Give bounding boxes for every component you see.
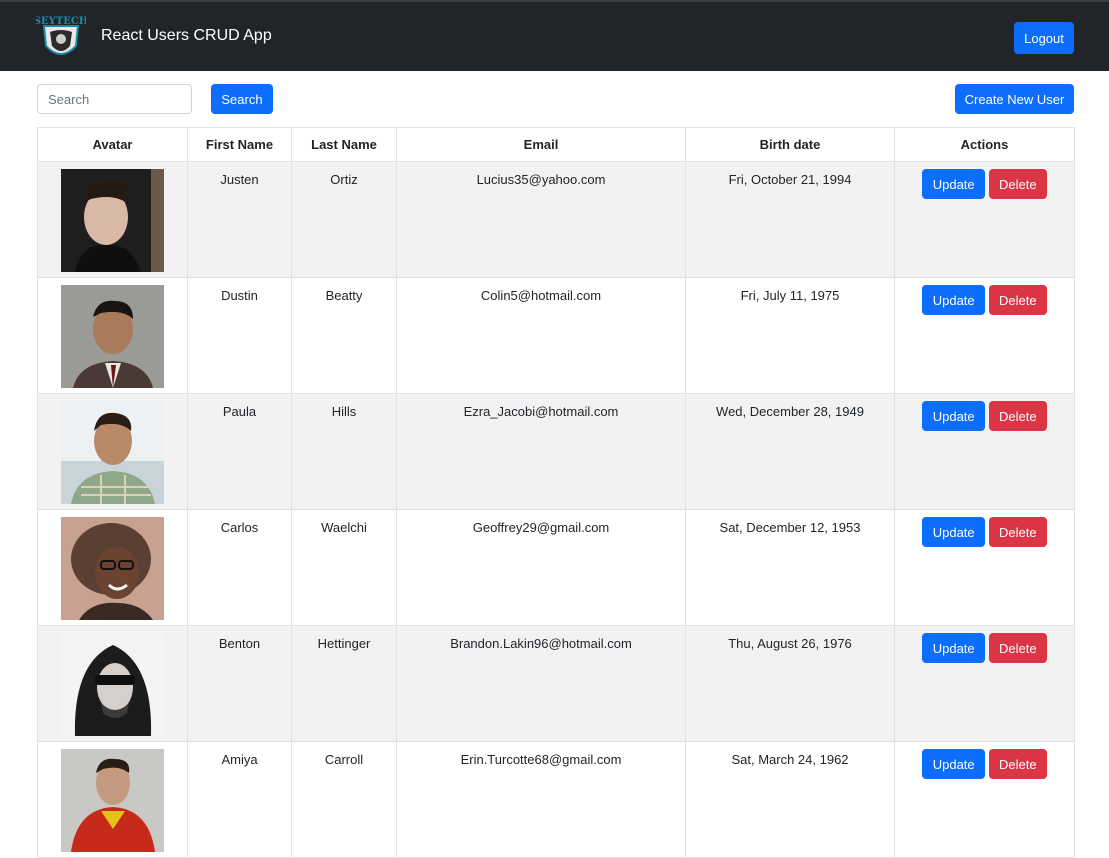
top-navbar: SEYTECH React Users CRUD App Logout	[0, 0, 1109, 71]
actions-cell: Update Delete	[894, 277, 1075, 394]
avatar-cell	[37, 741, 188, 858]
birth-date-cell: Sat, December 12, 1953	[685, 509, 895, 626]
birth-date-cell: Sat, March 24, 1962	[685, 741, 895, 858]
birth-date-cell: Thu, August 26, 1976	[685, 625, 895, 742]
seytech-logo[interactable]: SEYTECH	[36, 12, 86, 62]
first-name-cell: Carlos	[187, 509, 292, 626]
header-first-name: First Name	[187, 127, 292, 162]
update-button[interactable]: Update	[922, 633, 986, 663]
avatar	[61, 285, 164, 388]
update-button[interactable]: Update	[922, 285, 986, 315]
last-name-cell: Hettinger	[291, 625, 397, 742]
avatar	[61, 633, 164, 736]
table-row: Benton Hettinger Brandon.Lakin96@hotmail…	[37, 625, 1075, 742]
avatar-cell	[37, 277, 188, 394]
email-cell: Brandon.Lakin96@hotmail.com	[396, 625, 686, 742]
birth-date-cell: Fri, July 11, 1975	[685, 277, 895, 394]
table-row: Carlos Waelchi Geoffrey29@gmail.com Sat,…	[37, 509, 1075, 626]
last-name-cell: Ortiz	[291, 161, 397, 278]
table-header-row: Avatar First Name Last Name Email Birth …	[37, 127, 1075, 162]
avatar	[61, 401, 164, 504]
avatar-cell	[37, 161, 188, 278]
app-title[interactable]: React Users CRUD App	[101, 26, 272, 46]
search-button[interactable]: Search	[211, 84, 273, 114]
search-input[interactable]	[37, 84, 192, 114]
birth-date-cell: Fri, October 21, 1994	[685, 161, 895, 278]
delete-button[interactable]: Delete	[988, 401, 1047, 431]
avatar	[61, 169, 164, 272]
actions-cell: Update Delete	[894, 161, 1075, 278]
delete-button[interactable]: Delete	[988, 285, 1047, 315]
last-name-cell: Waelchi	[291, 509, 397, 626]
email-cell: Colin5@hotmail.com	[396, 277, 686, 394]
last-name-cell: Beatty	[291, 277, 397, 394]
update-button[interactable]: Update	[922, 401, 986, 431]
first-name-cell: Paula	[187, 393, 292, 510]
table-row: Dustin Beatty Colin5@hotmail.com Fri, Ju…	[37, 277, 1075, 394]
update-button[interactable]: Update	[922, 749, 986, 779]
header-avatar: Avatar	[37, 127, 188, 162]
delete-button[interactable]: Delete	[988, 749, 1047, 779]
first-name-cell: Justen	[187, 161, 292, 278]
delete-button[interactable]: Delete	[988, 633, 1047, 663]
update-button[interactable]: Update	[922, 169, 986, 199]
first-name-cell: Benton	[187, 625, 292, 742]
actions-cell: Update Delete	[894, 741, 1075, 858]
last-name-cell: Hills	[291, 393, 397, 510]
actions-cell: Update Delete	[894, 393, 1075, 510]
email-cell: Erin.Turcotte68@gmail.com	[396, 741, 686, 858]
delete-button[interactable]: Delete	[988, 517, 1047, 547]
first-name-cell: Amiya	[187, 741, 292, 858]
header-actions: Actions	[894, 127, 1075, 162]
logout-button[interactable]: Logout	[1014, 22, 1074, 54]
header-birth-date: Birth date	[685, 127, 895, 162]
birth-date-cell: Wed, December 28, 1949	[685, 393, 895, 510]
actions-cell: Update Delete	[894, 509, 1075, 626]
actions-cell: Update Delete	[894, 625, 1075, 742]
header-last-name: Last Name	[291, 127, 397, 162]
email-cell: Geoffrey29@gmail.com	[396, 509, 686, 626]
last-name-cell: Carroll	[291, 741, 397, 858]
first-name-cell: Dustin	[187, 277, 292, 394]
email-cell: Ezra_Jacobi@hotmail.com	[396, 393, 686, 510]
table-row: Amiya Carroll Erin.Turcotte68@gmail.com …	[37, 741, 1075, 858]
table-row: Justen Ortiz Lucius35@yahoo.com Fri, Oct…	[37, 161, 1075, 278]
table-row: Paula Hills Ezra_Jacobi@hotmail.com Wed,…	[37, 393, 1075, 510]
update-button[interactable]: Update	[922, 517, 986, 547]
header-email: Email	[396, 127, 686, 162]
svg-text:SEYTECH: SEYTECH	[36, 16, 86, 27]
avatar	[61, 517, 164, 620]
email-cell: Lucius35@yahoo.com	[396, 161, 686, 278]
avatar-cell	[37, 625, 188, 742]
users-table: Avatar First Name Last Name Email Birth …	[37, 127, 1075, 858]
avatar-cell	[37, 509, 188, 626]
delete-button[interactable]: Delete	[988, 169, 1047, 199]
avatar-cell	[37, 393, 188, 510]
avatar	[61, 749, 164, 852]
create-new-user-button[interactable]: Create New User	[955, 84, 1074, 114]
